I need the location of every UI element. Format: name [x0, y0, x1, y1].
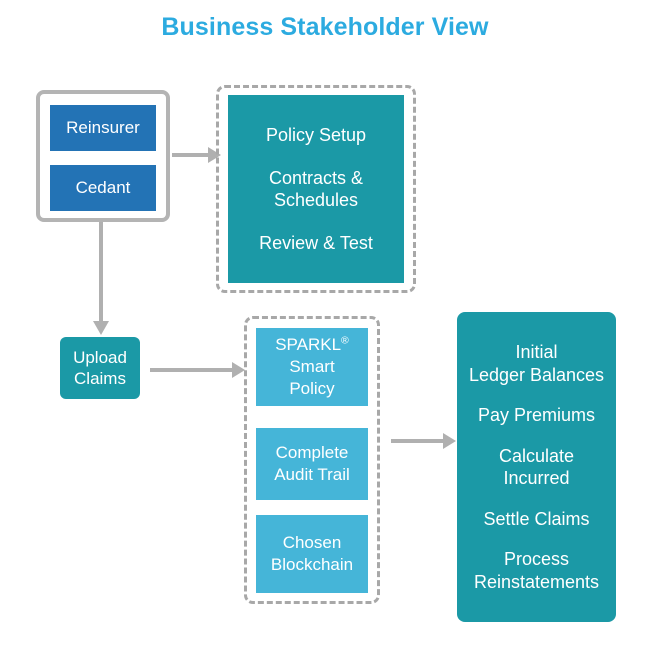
actor-reinsurer[interactable]: Reinsurer [50, 105, 156, 151]
ledger-row-settle-claims: Settle Claims [483, 508, 589, 531]
sparkl-line3: Policy [289, 379, 335, 399]
sparkl-smart-policy-card[interactable]: SPARKL® Smart Policy [256, 328, 368, 406]
ledger-row-3-line1: Settle Claims [483, 508, 590, 529]
arrow-platform-to-ledger [391, 433, 456, 449]
ledger-row-4-line2: Reinstatements [473, 571, 600, 592]
policy-row-policy-setup: Policy Setup [265, 125, 367, 145]
arrow-actors-to-policy [172, 147, 221, 163]
blockchain-line2: Blockchain [270, 555, 354, 574]
policy-row-contracts-schedules: Contracts & Schedules [269, 167, 363, 212]
arrow-upload-to-platform [150, 362, 245, 378]
page-title: Business Stakeholder View [161, 13, 489, 41]
policy-row-contracts-line1: Contracts & [268, 167, 364, 188]
policy-row-review-test: Review & Test [259, 232, 373, 253]
upload-claims-box[interactable]: Upload Claims [60, 337, 140, 399]
policy-row-contracts-line2: Schedules [273, 190, 359, 210]
ledger-row-0-line2: Ledger Balances [468, 364, 605, 385]
actor-cedant-label: Cedant [75, 178, 131, 197]
upload-claims-line2: Claims [74, 369, 126, 388]
sparkl-line2: Smart [289, 356, 335, 376]
ledger-row-initial-ledger-balances: Initial Ledger Balances [469, 341, 604, 386]
policy-stage-box[interactable]: Policy Setup Contracts & Schedules Revie… [228, 95, 404, 283]
chosen-blockchain-card[interactable]: Chosen Blockchain [256, 515, 368, 593]
ledger-row-1-line1: Pay Premiums [477, 405, 596, 425]
registered-trademark-icon: ® [341, 334, 349, 347]
arrow-actors-to-upload [93, 222, 109, 335]
ledger-row-4-line1: Process [503, 549, 570, 569]
ledger-operations-box[interactable]: Initial Ledger Balances Pay Premiums Cal… [457, 312, 616, 622]
ledger-row-calculate-incurred: Calculate Incurred [499, 445, 574, 490]
ledger-row-process-reinstatements: Process Reinstatements [474, 548, 599, 593]
ledger-row-pay-premiums: Pay Premiums [478, 404, 595, 427]
blockchain-line1: Chosen [282, 532, 342, 552]
actor-cedant[interactable]: Cedant [50, 165, 156, 211]
actor-reinsurer-label: Reinsurer [66, 118, 140, 137]
upload-claims-line1: Upload [73, 347, 127, 367]
ledger-row-0-line1: Initial [515, 342, 558, 362]
ledger-row-2-line2: Incurred [503, 468, 570, 488]
ledger-row-2-line1: Calculate [498, 445, 575, 466]
complete-audit-trail-card[interactable]: Complete Audit Trail [256, 428, 368, 500]
diagram-canvas: Business Stakeholder View Reinsurer Ceda… [0, 0, 650, 658]
sparkl-brand-label: SPARKL [275, 334, 342, 354]
audit-trail-line2: Audit Trail [274, 465, 350, 484]
audit-trail-line1: Complete [275, 442, 349, 462]
sparkl-brand-line: SPARKL® [275, 334, 349, 356]
